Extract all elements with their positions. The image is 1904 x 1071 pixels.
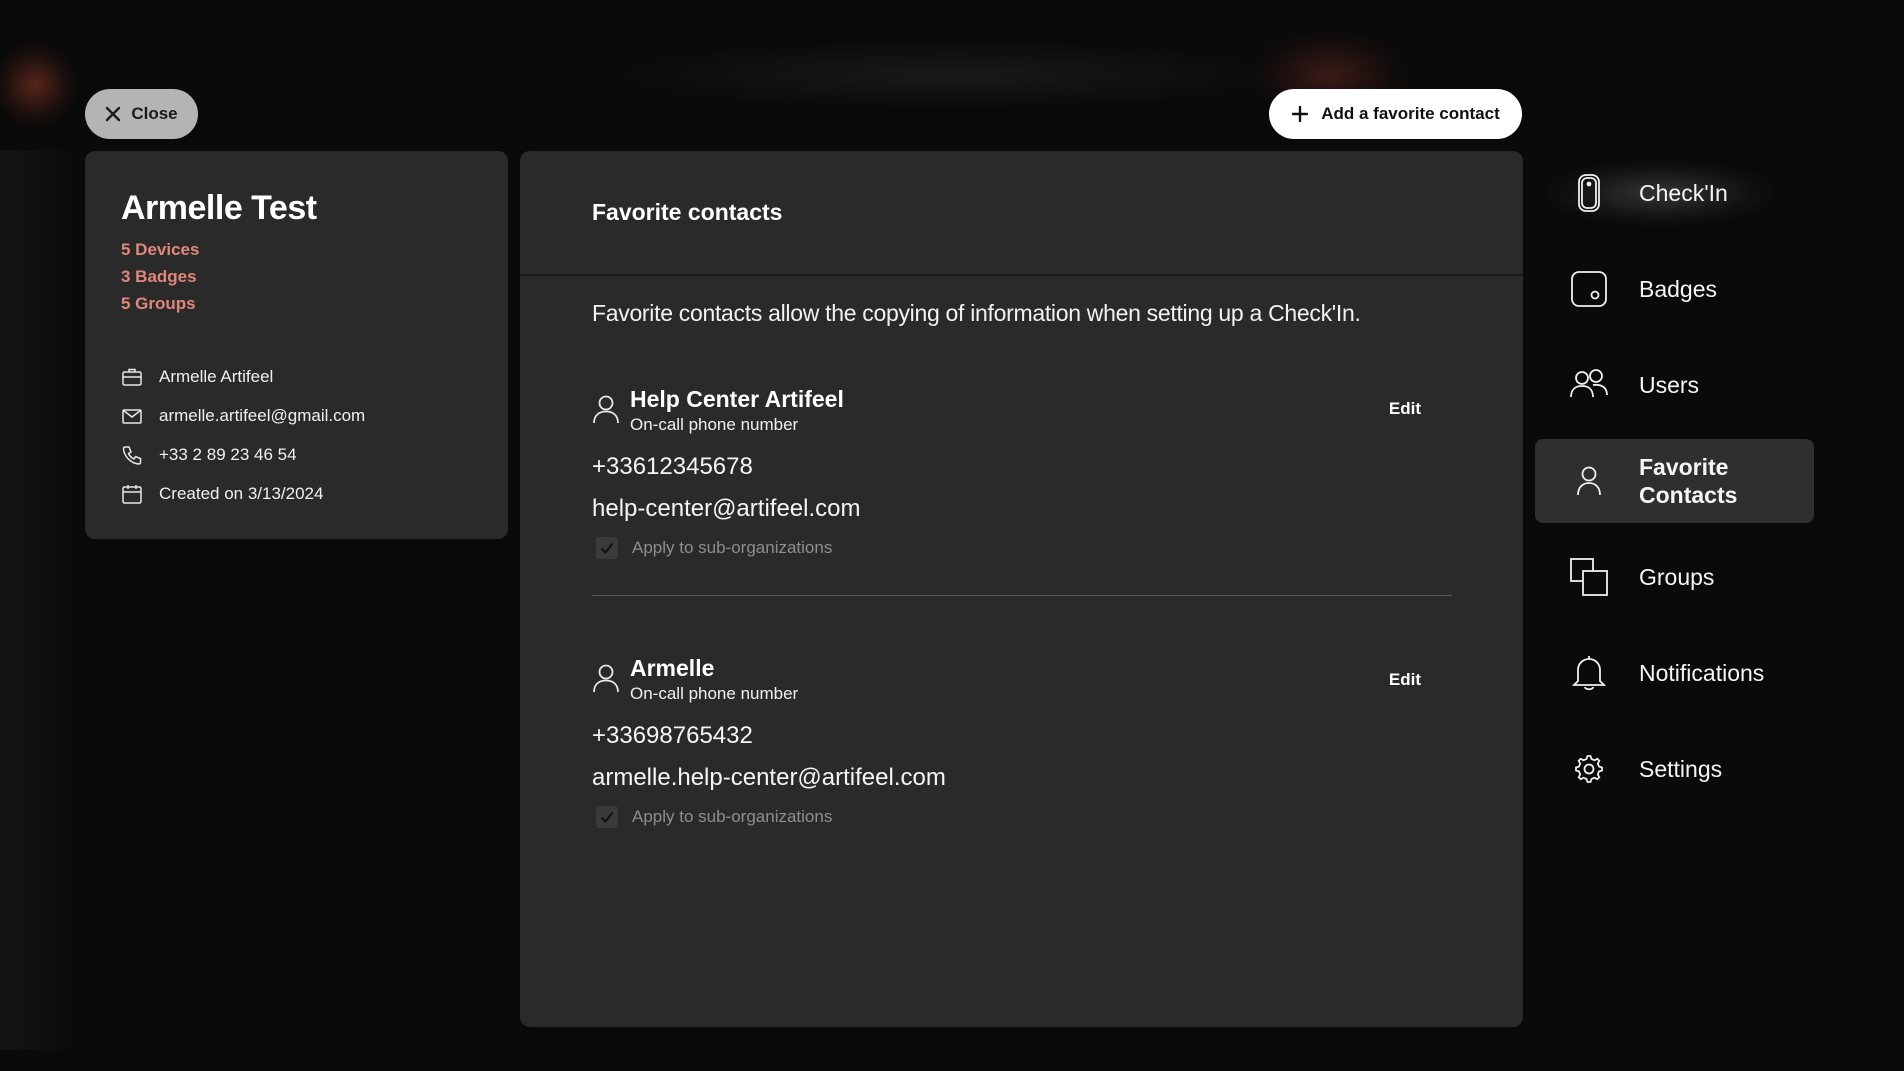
add-favorite-contact-label: Add a favorite contact: [1321, 104, 1500, 123]
panel-title: Favorite contacts: [520, 151, 1523, 276]
nav-item-badges[interactable]: Badges: [1535, 247, 1814, 331]
nav-item-favorite-contacts[interactable]: Favorite Contacts: [1535, 439, 1814, 523]
stat-badges[interactable]: 3 Badges: [121, 263, 472, 290]
email-text: armelle.artifeel@gmail.com: [159, 405, 366, 425]
user-icon: [593, 395, 619, 424]
calendar-icon: [122, 484, 142, 504]
add-favorite-contact-button[interactable]: Add a favorite contact: [1269, 89, 1522, 139]
side-nav: Check'In Badges Users Favorite Contacts …: [1535, 151, 1814, 823]
panel-description: Favorite contacts allow the copying of i…: [592, 300, 1361, 326]
bell-icon: [1571, 656, 1607, 691]
nav-item-label: Users: [1639, 372, 1700, 398]
profile-name: Armelle Test: [121, 189, 317, 227]
briefcase-icon: [122, 368, 142, 386]
contact-type: On-call phone number: [630, 684, 799, 703]
users-icon: [1570, 369, 1608, 398]
contact-email: armelle.help-center@artifeel.com: [592, 764, 946, 791]
nav-item-groups[interactable]: Groups: [1535, 535, 1814, 619]
contact-phone: +33698765432: [592, 722, 753, 749]
edit-contact-button[interactable]: Edit: [1389, 399, 1421, 419]
nav-item-label: Notifications: [1639, 660, 1765, 686]
device-icon: [1578, 174, 1600, 212]
background-blur: [600, 40, 1300, 110]
contact-card: Help Center Artifeel On-call phone numbe…: [592, 327, 1451, 595]
nav-item-label: Badges: [1639, 276, 1718, 302]
nav-item-users[interactable]: Users: [1535, 343, 1814, 427]
contact-name: Armelle: [630, 655, 715, 681]
contact-list: Help Center Artifeel On-call phone numbe…: [520, 327, 1523, 864]
background-blur: [0, 150, 80, 1050]
nav-item-notifications[interactable]: Notifications: [1535, 631, 1814, 715]
apply-sub-organizations-checkbox[interactable]: Apply to sub-organizations: [596, 806, 1451, 828]
apply-sub-organizations-label: Apply to sub-organizations: [632, 538, 833, 557]
close-button[interactable]: Close: [85, 89, 198, 139]
info-email: armelle.artifeel@gmail.com: [121, 396, 472, 435]
check-icon: [600, 811, 614, 824]
nav-item-label: Groups: [1639, 564, 1715, 590]
contact-name: Help Center Artifeel: [630, 386, 844, 412]
check-icon: [600, 542, 614, 555]
phone-text: +33 2 89 23 46 54: [159, 444, 297, 464]
apply-sub-organizations-checkbox[interactable]: Apply to sub-organizations: [596, 537, 1451, 559]
groups-icon: [1570, 558, 1608, 596]
stat-groups[interactable]: 5 Groups: [121, 290, 472, 317]
apply-sub-organizations-label: Apply to sub-organizations: [632, 807, 833, 826]
phone-icon: [122, 445, 142, 465]
close-icon: [106, 106, 121, 122]
contact-email: help-center@artifeel.com: [592, 495, 861, 522]
gear-icon: [1575, 755, 1603, 783]
nav-item-settings[interactable]: Settings: [1535, 727, 1814, 811]
nav-item-label: Settings: [1639, 756, 1723, 782]
nav-item-checkin[interactable]: Check'In: [1535, 151, 1814, 235]
user-icon: [1577, 466, 1601, 496]
profile-card: Armelle Test 5 Devices 3 Badges 5 Groups…: [85, 151, 508, 539]
contact-card: Armelle On-call phone number Edit +33698…: [592, 596, 1451, 864]
favorite-contacts-panel: Favorite contacts Favorite contacts allo…: [520, 151, 1523, 1027]
background-blur: [0, 40, 80, 130]
close-button-label: Close: [131, 104, 178, 123]
info-created: Created on 3/13/2024: [121, 474, 472, 513]
created-text: Created on 3/13/2024: [159, 483, 324, 503]
info-phone: +33 2 89 23 46 54: [121, 435, 472, 474]
mail-icon: [122, 408, 142, 424]
contact-type: On-call phone number: [630, 415, 799, 434]
info-organization: Armelle Artifeel: [121, 357, 472, 396]
stat-devices[interactable]: 5 Devices: [121, 236, 472, 263]
edit-contact-button[interactable]: Edit: [1389, 670, 1421, 690]
checkbox[interactable]: [596, 537, 618, 559]
contact-header: Armelle On-call phone number: [592, 654, 1451, 704]
contact-header: Help Center Artifeel On-call phone numbe…: [592, 385, 1451, 435]
nav-item-label: Check'In: [1639, 180, 1728, 206]
checkbox[interactable]: [596, 806, 618, 828]
organization-text: Armelle Artifeel: [159, 366, 274, 386]
user-icon: [593, 664, 619, 693]
contact-phone: +33612345678: [592, 453, 753, 480]
plus-icon: [1292, 105, 1309, 123]
profile-info-list: Armelle Artifeel armelle.artifeel@gmail.…: [121, 357, 472, 513]
badge-icon: [1571, 271, 1607, 307]
nav-item-label: Favorite Contacts: [1639, 454, 1738, 508]
